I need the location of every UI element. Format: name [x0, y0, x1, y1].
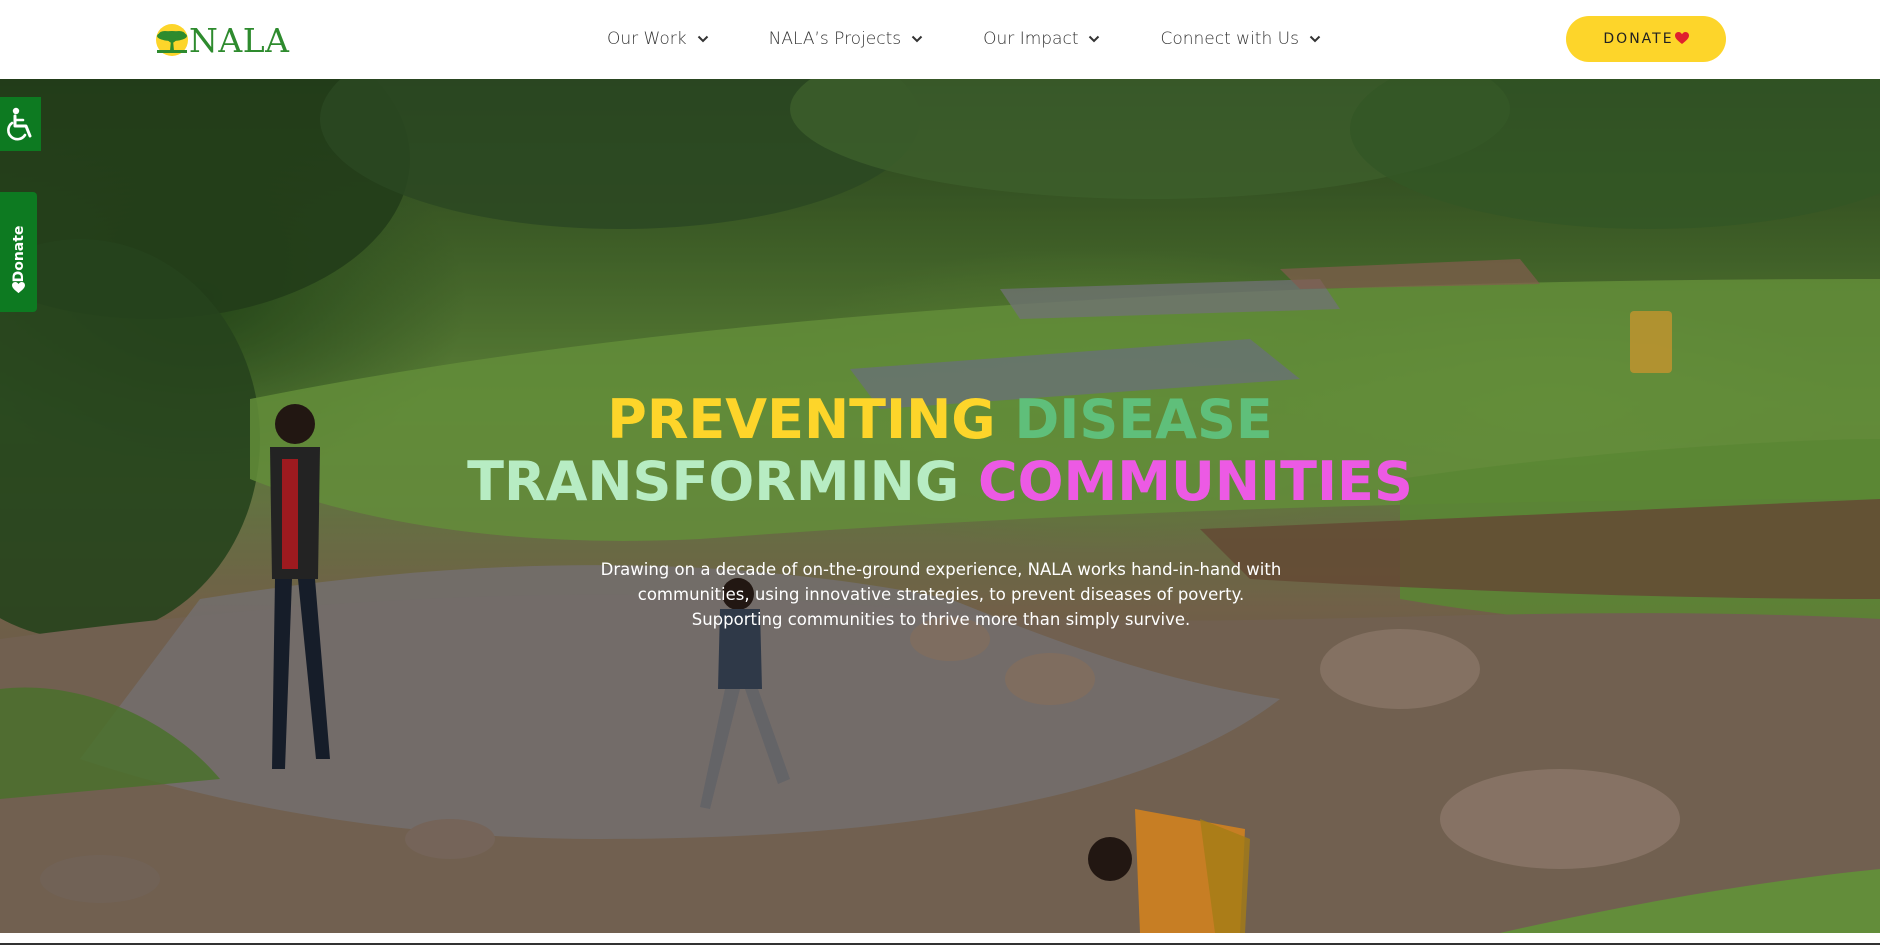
brand-name: NALA: [189, 20, 290, 60]
heart-icon: [12, 282, 25, 294]
nav-item-label: Our Work: [607, 29, 687, 49]
hero-section: PREVENTING DISEASE TRANSFORMING COMMUNIT…: [0, 79, 1880, 933]
hero-description: Drawing on a decade of on-the-ground exp…: [600, 560, 1282, 629]
chevron-down-icon: [1309, 35, 1321, 43]
nav-item-nala-projects[interactable]: NALA’s Projects: [769, 29, 924, 49]
chevron-down-icon: [1089, 35, 1100, 43]
nala-logo[interactable]: NALA: [153, 20, 289, 60]
site-header: NALA Our Work NALA’s Projects Our Impact…: [0, 0, 1880, 79]
acacia-tree-icon: [156, 24, 188, 56]
headline-word-transforming: TRANSFORMING: [467, 450, 960, 513]
wheelchair-accessibility-icon: [6, 107, 31, 141]
hero-headline-line1: PREVENTING DISEASE: [0, 389, 1880, 451]
nav-item-our-impact[interactable]: Our Impact: [983, 29, 1100, 49]
chevron-down-icon: [697, 35, 708, 43]
main-nav: Our Work NALA’s Projects Our Impact Conn…: [607, 26, 1321, 52]
side-donate-tab[interactable]: Donate: [0, 192, 37, 312]
headline-word-disease: DISEASE: [1014, 388, 1273, 451]
nav-item-our-work[interactable]: Our Work: [607, 29, 709, 49]
headline-word-preventing: PREVENTING: [607, 388, 996, 451]
headline-word-communities: COMMUNITIES: [977, 450, 1413, 513]
chevron-down-icon: [911, 35, 923, 43]
nav-item-label: Connect with Us: [1160, 29, 1299, 49]
heart-icon: [1674, 31, 1689, 44]
nav-item-connect-with-us[interactable]: Connect with Us: [1160, 29, 1321, 49]
side-donate-label: Donate: [11, 225, 27, 283]
accessibility-button[interactable]: [0, 97, 41, 151]
nav-item-label: Our Impact: [983, 29, 1079, 49]
donate-button[interactable]: DONATE: [1566, 16, 1726, 62]
nav-item-label: NALA’s Projects: [768, 29, 902, 49]
donate-button-label: DONATE: [1603, 31, 1674, 47]
hero-headline-line2: TRANSFORMING COMMUNITIES: [0, 451, 1880, 513]
